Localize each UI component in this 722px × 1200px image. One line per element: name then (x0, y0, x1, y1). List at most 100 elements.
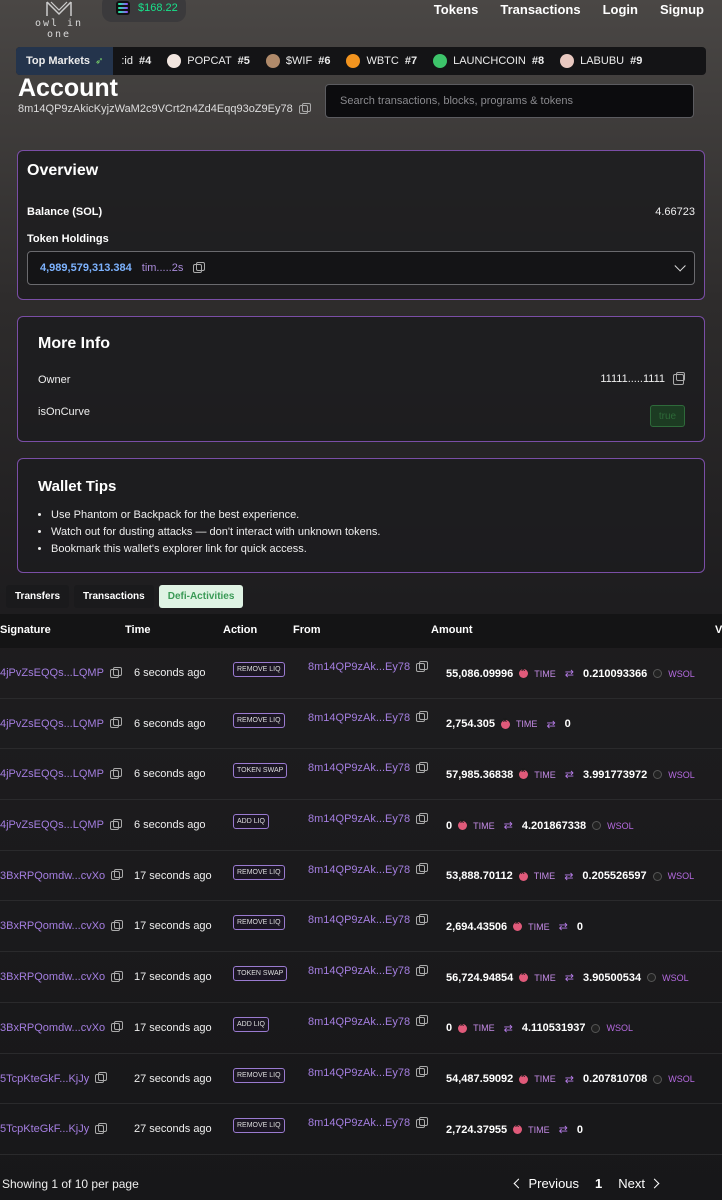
from-link[interactable]: 8m14QP9zAk...Ey78 (308, 1066, 429, 1079)
signature-link[interactable]: 4jPvZsEQQs...LQMP (0, 717, 122, 730)
signature-link[interactable]: 4jPvZsEQQs...LQMP (0, 767, 122, 780)
nav-signup[interactable]: Signup (660, 2, 704, 17)
copy-icon[interactable] (416, 812, 429, 824)
copy-icon[interactable] (111, 970, 124, 982)
amount-out: 0.210093366 (583, 667, 648, 680)
from-link[interactable]: 8m14QP9zAk...Ey78 (308, 964, 429, 977)
copy-icon[interactable] (673, 371, 685, 385)
from-link[interactable]: 8m14QP9zAk...Ey78 (308, 812, 429, 825)
from-link[interactable]: 8m14QP9zAk...Ey78 (308, 1116, 429, 1129)
nav-login[interactable]: Login (603, 2, 638, 17)
copy-icon[interactable] (416, 711, 429, 723)
token-in[interactable]: TIME (534, 871, 556, 881)
tab-defi-activities[interactable]: Defi-Activities (158, 585, 244, 608)
ticker-item[interactable]: $WIF #6 (265, 54, 331, 68)
tab-transactions[interactable]: Transactions (74, 585, 154, 608)
amount-cell: 0 TIME ⇄ 4.110531937 WSOL (446, 1021, 633, 1035)
signature-link[interactable]: 4jPvZsEQQs...LQMP (0, 818, 122, 831)
from-link[interactable]: 8m14QP9zAk...Ey78 (308, 913, 429, 926)
ticker-item[interactable]: POPCAT #5 (167, 54, 250, 68)
table-row: 3BxRPQomdw...cvXo 17 seconds ago ADD LIQ… (0, 1003, 722, 1054)
copy-icon[interactable] (109, 818, 122, 830)
amount-out: 4.201867338 (521, 819, 587, 832)
token-out[interactable]: WSOL (668, 669, 695, 679)
copy-icon[interactable] (416, 1116, 429, 1128)
token-in[interactable]: TIME (516, 719, 538, 729)
amount-out: 3.991773972 (583, 768, 648, 781)
ticker-item[interactable]: LABUBU #9 (560, 54, 642, 68)
token-out[interactable]: WSOL (668, 770, 695, 780)
wallet-tips-list: Use Phantom or Backpack for the best exp… (51, 507, 380, 558)
balance-value: 4.66723 (655, 206, 695, 218)
copy-icon[interactable] (416, 761, 429, 773)
copy-icon[interactable] (95, 1122, 108, 1134)
amount-cell: 0 TIME ⇄ 4.201867338 WSOL (446, 818, 634, 832)
copy-icon[interactable] (416, 863, 429, 875)
ticker-item-rank: #4 (139, 55, 152, 67)
table-row: 5TcpKteGkF...KjJy 27 seconds ago REMOVE … (0, 1104, 722, 1155)
token-in[interactable]: TIME (534, 770, 556, 780)
tab-transfers[interactable]: Transfers (6, 585, 70, 608)
token-in[interactable]: TIME (528, 1125, 550, 1135)
copy-icon[interactable] (416, 1066, 429, 1077)
copy-icon[interactable] (416, 913, 429, 925)
ticker-item[interactable]: WBTC #7 (346, 54, 417, 68)
logo[interactable]: owl in one (24, 0, 94, 40)
copy-icon[interactable] (193, 261, 206, 273)
copy-icon[interactable] (416, 964, 429, 976)
nav-transactions[interactable]: Transactions (500, 2, 580, 17)
next-button[interactable]: Next (618, 1176, 660, 1191)
table-row: 5TcpKteGkF...KjJy 27 seconds ago REMOVE … (0, 1054, 722, 1105)
token-out[interactable]: WSOL (662, 973, 689, 983)
search-input[interactable] (325, 84, 694, 118)
from-link[interactable]: 8m14QP9zAk...Ey78 (308, 660, 429, 673)
signature-link[interactable]: 3BxRPQomdw...cvXo (0, 1021, 124, 1034)
from-link[interactable]: 8m14QP9zAk...Ey78 (308, 863, 429, 876)
ticker-item-rank: #6 (318, 55, 331, 67)
signature-link[interactable]: 4jPvZsEQQs...LQMP (0, 666, 122, 679)
copy-icon[interactable] (111, 919, 124, 931)
token-in[interactable]: TIME (528, 922, 550, 932)
token-in[interactable]: TIME (473, 821, 495, 831)
ticker-item[interactable]: LAUNCHCOIN #8 (433, 54, 544, 68)
previous-button[interactable]: Previous (514, 1176, 579, 1191)
copy-icon[interactable] (95, 1072, 108, 1083)
signature-link[interactable]: 3BxRPQomdw...cvXo (0, 869, 124, 882)
time-cell: 6 seconds ago (134, 819, 206, 832)
action-badge: TOKEN SWAP (233, 966, 288, 982)
copy-icon[interactable] (111, 1021, 124, 1033)
token-in[interactable]: TIME (534, 1074, 556, 1084)
signature-link[interactable]: 3BxRPQomdw...cvXo (0, 919, 124, 932)
copy-icon[interactable] (298, 102, 311, 114)
sol-price-pill: $168.22 (102, 0, 186, 22)
copy-icon[interactable] (109, 666, 122, 678)
token-out[interactable]: WSOL (606, 1023, 633, 1033)
signature-link[interactable]: 5TcpKteGkF...KjJy (0, 1072, 108, 1085)
tip-item: Watch out for dusting attacks — don't in… (51, 524, 380, 541)
col-time: Time (125, 624, 151, 636)
token-in[interactable]: TIME (534, 669, 556, 679)
from-link[interactable]: 8m14QP9zAk...Ey78 (308, 1015, 429, 1028)
token-in[interactable]: TIME (534, 973, 556, 983)
token-in[interactable]: TIME (473, 1023, 495, 1033)
copy-icon[interactable] (416, 660, 429, 672)
swap-arrows-icon: ⇄ (564, 769, 575, 782)
time-token-icon (518, 869, 528, 881)
from-link[interactable]: 8m14QP9zAk...Ey78 (308, 761, 429, 774)
copy-icon[interactable] (109, 717, 122, 729)
nav-tokens[interactable]: Tokens (434, 2, 479, 17)
signature-link[interactable]: 5TcpKteGkF...KjJy (0, 1122, 108, 1135)
ticker-item[interactable]: :id #4 (121, 55, 151, 67)
token-out[interactable]: WSOL (607, 821, 634, 831)
signature-link[interactable]: 3BxRPQomdw...cvXo (0, 970, 124, 983)
copy-icon[interactable] (111, 869, 124, 881)
from-link[interactable]: 8m14QP9zAk...Ey78 (308, 711, 429, 724)
copy-icon[interactable] (109, 767, 122, 779)
token-out[interactable]: WSOL (668, 871, 695, 881)
page-number[interactable]: 1 (595, 1176, 602, 1191)
owner-value: 11111.....1111 (600, 371, 685, 385)
token-holdings-select[interactable]: 4,989,579,313.384 tim.....2s (27, 251, 695, 285)
copy-icon[interactable] (416, 1015, 429, 1027)
token-out[interactable]: WSOL (668, 1074, 695, 1084)
action-badge: REMOVE LIQ (233, 662, 285, 677)
